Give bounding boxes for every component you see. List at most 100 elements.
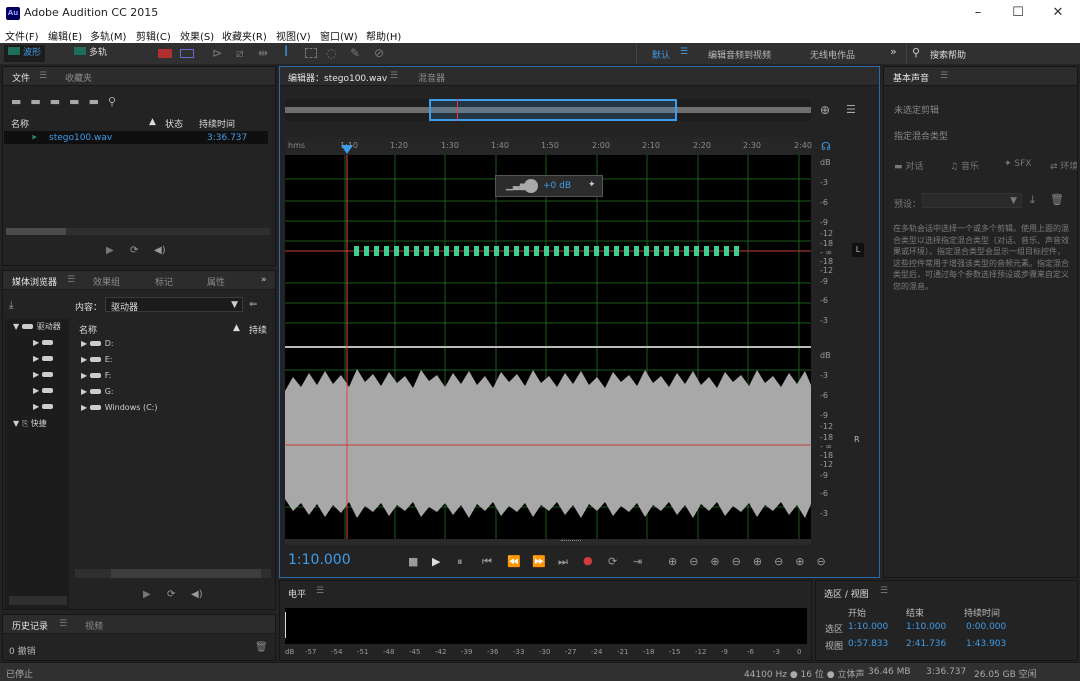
view-duration[interactable]: 1:43.903 [966,639,1006,649]
workspace-default[interactable]: 默认 [652,48,670,61]
menu-help[interactable]: 帮助(H) [366,28,401,43]
multitrack-mode-button[interactable]: 多轨 [70,45,111,62]
record-button[interactable]: ● [583,554,593,567]
tab-video[interactable]: 视频 [85,619,103,632]
selection-duration[interactable]: 0:00.000 [966,622,1006,632]
healing-brush-icon[interactable]: ⊘ [374,46,384,60]
mix-type-music[interactable]: ♫ 音乐 [950,159,979,172]
current-time[interactable]: 1:10.000 [288,552,351,568]
file-row[interactable]: ⫸ stego100.wav 3:36.737 [4,131,268,144]
trash-icon[interactable]: 🗑 [255,642,268,653]
drive-row[interactable]: ▶ F: [81,371,111,380]
slip-tool-icon[interactable]: ⇹ [258,46,268,60]
selection-start[interactable]: 1:10.000 [848,622,888,632]
col-name[interactable]: 名称 [79,323,97,336]
autoplay-icon[interactable]: ◀) [154,245,166,256]
back-arrow-icon[interactable]: ⇐ [249,299,257,310]
play-button[interactable]: ▶ [432,555,440,568]
playhead-handle[interactable] [341,145,353,154]
time-ruler[interactable]: hms 1:10 1:20 1:30 1:40 1:50 2:00 2:10 2… [285,137,812,155]
tab-properties[interactable]: 属性 [207,275,225,288]
overview-view-range[interactable] [429,99,677,121]
selection-end[interactable]: 1:10.000 [906,622,946,632]
loop-preview-icon[interactable]: ⟳ [167,589,175,600]
menu-favorites[interactable]: 收藏夹(R) [222,28,267,43]
drive-row[interactable]: ▶ G: [81,387,114,396]
mix-type-dialogue[interactable]: ▬ 对话 [894,159,923,172]
tree-node-drives[interactable]: ▼ 驱动器 [13,321,61,332]
tab-files[interactable]: 文件 [12,71,30,84]
horizontal-scrollbar[interactable] [285,539,811,545]
tree-node-drive[interactable]: ▶ [33,370,57,379]
panel-menu-icon[interactable]: ☰ [940,71,948,81]
more-workspaces-icon[interactable]: » [890,45,897,58]
pause-button[interactable]: ⏸ [457,555,463,569]
spectral-display-icon[interactable] [158,49,172,58]
rewind-button[interactable]: ⏪ [507,555,521,568]
tree-node-shortcuts[interactable]: ▼ ⎘ 快捷 [13,418,47,429]
tab-essential-sound[interactable]: 基本声音 [893,71,929,84]
files-toolbar-icons[interactable]: ▬▬▬▬▬⚲ [11,95,125,108]
move-tool-icon[interactable]: ⊳ [212,46,222,60]
menu-effects[interactable]: 效果(S) [180,28,214,43]
panel-menu-icon[interactable]: ☰ [390,71,398,81]
tree-node-drive[interactable]: ▶ [33,354,57,363]
panel-menu-icon[interactable]: ☰ [67,275,75,285]
mix-type-sfx[interactable]: ✦ SFX [1004,159,1031,169]
workspace-menu-icon[interactable]: ☰ [680,47,688,57]
tree-node-drive[interactable]: ▶ [33,386,57,395]
col-name[interactable]: 名称 [11,117,29,130]
workspace-video-edit[interactable]: 编辑音频到视频 [708,48,771,61]
maximize-button[interactable]: ☐ [998,4,1038,22]
menu-view[interactable]: 视图(V) [276,28,311,43]
view-start[interactable]: 0:57.833 [848,639,888,649]
more-tabs-icon[interactable]: » [261,275,267,285]
menu-multitrack[interactable]: 多轨(M) [90,28,126,43]
razor-tool-icon[interactable]: ⧄ [236,46,244,61]
marquee-tool-icon[interactable] [305,48,317,58]
menu-edit[interactable]: 编辑(E) [48,28,82,43]
fast-forward-button[interactable]: ⏩ [532,555,546,568]
go-to-end-button[interactable]: ⏭ [558,555,568,569]
media-scrollbar[interactable] [75,569,271,578]
zoom-navigator-icon[interactable]: ⊕ [820,103,830,117]
content-dropdown[interactable]: 驱动器 ▼ [105,297,243,313]
pitch-display-icon[interactable] [180,49,194,58]
go-to-start-button[interactable]: ⏮ [482,555,492,569]
tab-media-browser[interactable]: 媒体浏览器 [12,275,57,288]
col-duration[interactable]: 持续 [249,323,267,336]
volume-knob[interactable] [524,179,538,193]
workspace-radio[interactable]: 无线电作品 [810,48,855,61]
col-duration[interactable]: 持续时间 [199,117,235,130]
play-preview-icon[interactable]: ▶ [106,245,114,256]
channel-left-toggle[interactable]: L [852,243,864,257]
drive-row[interactable]: ▶ E: [81,355,112,364]
play-preview-icon[interactable]: ▶ [143,589,151,600]
menu-clip[interactable]: 剪辑(C) [136,28,171,43]
tab-mixer[interactable]: 混音器 [418,71,445,84]
search-icon[interactable]: ⚲ [912,46,920,59]
stop-button[interactable]: ■ [408,555,418,568]
drive-row[interactable]: ▶ D: [81,339,114,348]
hud-volume[interactable]: ▁▃▅ +0 dB ✦ [495,175,603,197]
pin-icon[interactable]: ✦ [588,180,596,190]
lasso-tool-icon[interactable]: ◌ [326,46,336,60]
tree-node-drive[interactable]: ▶ [33,402,57,411]
loop-preview-icon[interactable]: ⟳ [130,245,138,256]
tab-history[interactable]: 历史记录 [12,619,48,632]
delete-preset-icon[interactable]: 🗑 [1050,193,1064,206]
import-icon[interactable]: ⤓ [9,300,13,311]
overview-menu-icon[interactable]: ☰ [846,103,856,116]
loop-playback-button[interactable]: ⟳ [608,555,617,568]
col-status[interactable]: 状态 [165,117,183,130]
tree-node-drive[interactable]: ▶ [33,338,57,347]
skip-selection-button[interactable]: ⇥ [633,555,642,568]
panel-menu-icon[interactable]: ☰ [39,71,47,81]
channel-right-toggle[interactable]: R [854,435,860,444]
waveform-mode-button[interactable]: 波形 [4,45,46,62]
tab-effects-rack[interactable]: 效果组 [93,275,120,288]
tree-scrollbar[interactable] [9,596,67,605]
search-help-input[interactable]: 搜索帮助 [930,48,966,61]
mix-type-ambience[interactable]: ⇄ 环境 [1050,159,1077,172]
panel-menu-icon[interactable]: ☰ [880,586,888,596]
